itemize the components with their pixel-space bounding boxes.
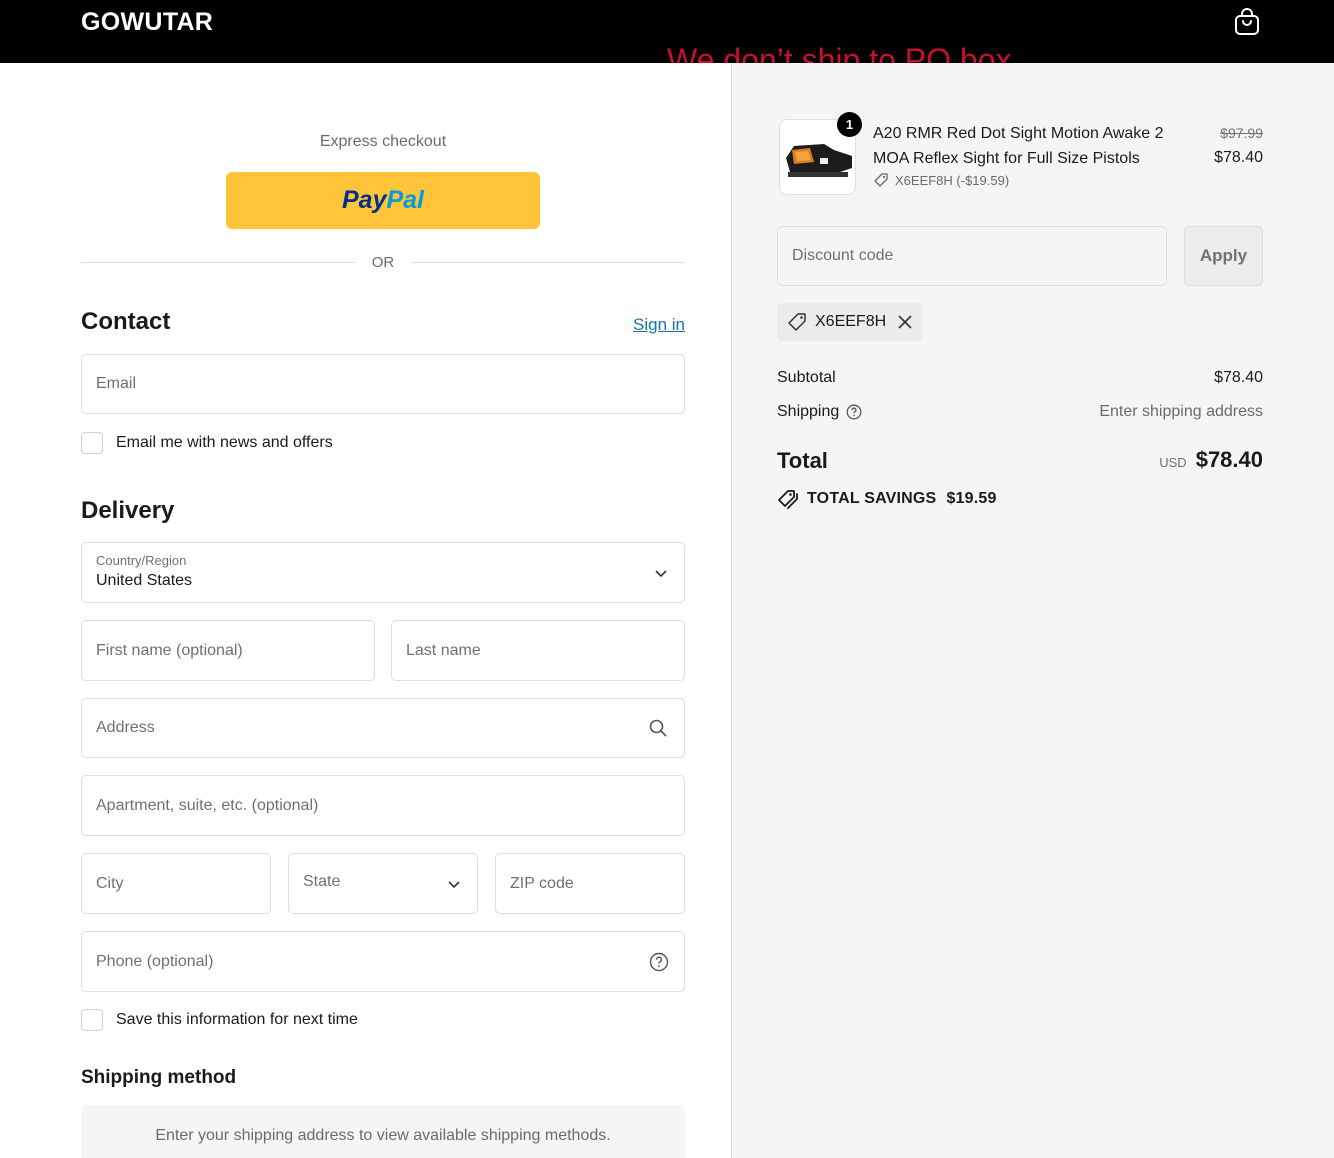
- subtotal-value: $78.40: [1214, 369, 1263, 386]
- address-input[interactable]: [82, 699, 684, 757]
- or-divider: OR: [81, 253, 685, 273]
- tag-icon: [874, 173, 888, 187]
- announcement-banner: We don’t ship to PO box: [667, 42, 1012, 63]
- original-price: $97.99: [1220, 125, 1263, 141]
- savings-value: $19.59: [946, 490, 997, 507]
- help-icon[interactable]: [649, 952, 669, 972]
- savings-label: TOTAL SAVINGS: [807, 490, 937, 507]
- shipping-method-heading: Shipping method: [81, 1067, 237, 1088]
- country-select[interactable]: Country/Region United States: [81, 542, 685, 603]
- paypal-logo-pal: Pal: [386, 186, 424, 214]
- shipping-value: Enter shipping address: [1099, 403, 1263, 420]
- currency-code: USD: [1159, 455, 1187, 470]
- city-field[interactable]: [81, 853, 271, 914]
- total-value: $78.40: [1195, 447, 1263, 472]
- help-icon[interactable]: [846, 404, 862, 420]
- state-placeholder: State: [303, 873, 341, 890]
- email-input[interactable]: [82, 355, 684, 413]
- search-icon: [649, 719, 667, 737]
- country-label: Country/Region: [96, 553, 187, 568]
- save-info-option[interactable]: Save this information for next time: [81, 1009, 358, 1031]
- tag-icon: [788, 313, 806, 331]
- zip-field[interactable]: [495, 853, 685, 914]
- savings-tag-icon: [778, 490, 798, 509]
- chevron-down-icon: [655, 569, 667, 577]
- paypal-button[interactable]: Pay Pal: [226, 172, 540, 229]
- product-title: A20 RMR Red Dot Sight Motion Awake 2 MOA…: [873, 125, 1164, 167]
- phone-input[interactable]: [82, 932, 684, 991]
- shopping-bag-icon[interactable]: [1234, 8, 1260, 36]
- state-select[interactable]: State: [288, 853, 478, 914]
- discount-code-input[interactable]: [778, 227, 1166, 285]
- save-info-label: Save this information for next time: [116, 1011, 358, 1028]
- total-savings: TOTAL SAVINGS $19.59: [777, 488, 997, 510]
- city-input[interactable]: [82, 854, 270, 913]
- apartment-input[interactable]: [82, 776, 684, 835]
- sign-in-link[interactable]: Sign in: [633, 315, 685, 335]
- divider-line-right: [411, 262, 685, 263]
- quantity-badge: 1: [837, 112, 862, 137]
- total-label: Total: [777, 448, 828, 473]
- newsletter-option[interactable]: Email me with news and offers: [81, 432, 333, 454]
- total-amount: USD $78.40: [1159, 447, 1263, 473]
- address-field[interactable]: [81, 698, 685, 758]
- applied-code-text: X6EEF8H: [815, 313, 887, 330]
- apartment-field[interactable]: [81, 775, 685, 836]
- newsletter-checkbox[interactable]: [81, 432, 103, 454]
- first-name-field[interactable]: [81, 620, 375, 681]
- newsletter-label: Email me with news and offers: [116, 434, 333, 451]
- line-price: $78.40: [1214, 149, 1263, 166]
- delivery-heading: Delivery: [81, 497, 175, 524]
- last-name-field[interactable]: [391, 620, 685, 681]
- remove-code-icon[interactable]: [897, 314, 913, 330]
- order-summary: 1 A20 RMR Red Dot Sight Motion Awake 2 M…: [731, 63, 1334, 1158]
- express-checkout-label: Express checkout: [319, 133, 447, 150]
- brand-logo[interactable]: GOWUTAR: [81, 8, 213, 37]
- discount-code-field[interactable]: [777, 226, 1167, 286]
- top-bar: GOWUTAR We don’t ship to PO box: [0, 0, 1334, 63]
- shipping-label: Shipping: [777, 403, 840, 420]
- save-info-checkbox[interactable]: [81, 1009, 103, 1031]
- phone-field[interactable]: [81, 931, 685, 992]
- product-discount-text: X6EEF8H (-$19.59): [895, 172, 1010, 188]
- checkout-form: Express checkout Pay Pal OR Contact Sign …: [0, 63, 731, 1158]
- shipping-method-placeholder: Enter your shipping address to view avai…: [81, 1105, 685, 1158]
- first-name-input[interactable]: [82, 621, 374, 680]
- subtotal-label: Subtotal: [777, 369, 836, 386]
- country-value: United States: [96, 572, 193, 589]
- contact-heading: Contact: [81, 308, 171, 335]
- zip-input[interactable]: [496, 854, 684, 913]
- applied-code-chip: X6EEF8H: [777, 303, 924, 341]
- paypal-logo-pay: Pay: [341, 186, 387, 214]
- last-name-input[interactable]: [392, 621, 684, 680]
- apply-button[interactable]: Apply: [1184, 226, 1263, 286]
- product-discount: X6EEF8H (-$19.59): [873, 172, 1009, 188]
- email-field[interactable]: [81, 354, 685, 414]
- shipping-label-row: Shipping: [777, 403, 862, 421]
- chevron-down-icon: [448, 880, 460, 888]
